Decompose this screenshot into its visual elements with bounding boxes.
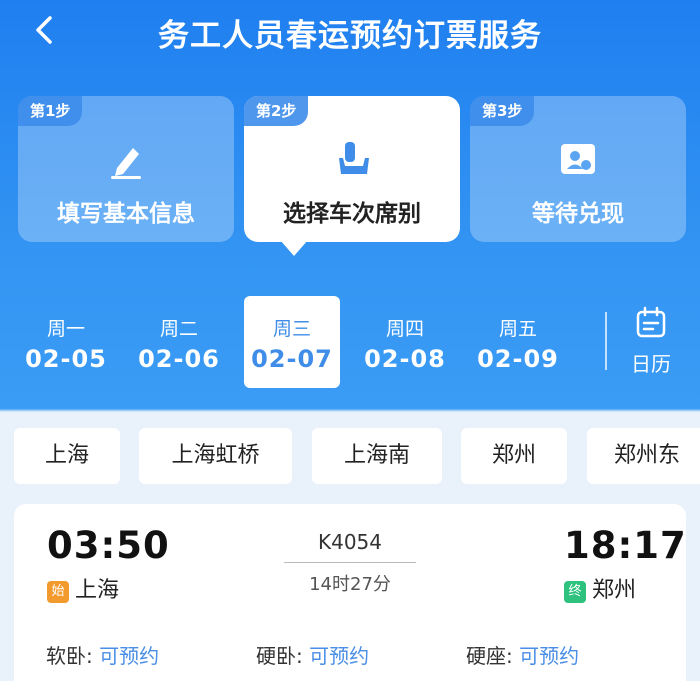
calendar-label: 日历 [631,352,671,376]
step-1-card[interactable]: 第1步 填写基本信息 [18,96,234,242]
date-label: 02-08 [364,345,446,373]
seat-hard-sleeper[interactable]: 硬卧: 可预约 [256,640,369,669]
seat-icon [339,142,369,174]
calendar-icon [636,306,666,338]
date-divider [605,312,607,370]
date-label: 02-06 [138,345,220,373]
seat-hard-seat[interactable]: 硬座: 可预约 [466,640,579,669]
weekday-label: 周一 [46,318,85,340]
station-chip[interactable]: 上海南 [312,428,442,484]
date-label: 02-07 [251,345,333,373]
date-selector: 周一 02-05 周二 02-06 周三 02-07 周四 02-08 周五 0… [0,296,700,388]
step-2-tag: 第2步 [244,96,309,126]
weekday-label: 周三 [272,318,311,340]
route-line [284,562,416,563]
date-label: 02-05 [25,345,107,373]
depart-station-name: 上海 [75,578,120,603]
seat-status: 可预约 [519,644,580,668]
weekday-label: 周五 [498,318,537,340]
station-chip[interactable]: 上海 [14,428,120,484]
arrive-station: 终郑州 [564,572,636,604]
station-filter-bar: 上海 上海虹桥 上海南 郑州 郑州东 [0,428,700,484]
weekday-label: 周四 [385,318,424,340]
calendar-button[interactable]: 日历 [618,306,684,386]
page-title: 务工人员春运预约订票服务 [158,18,542,54]
terminal-badge: 终 [564,581,586,603]
depart-time: 03:50 [47,524,170,567]
ticket-icon [561,144,595,174]
date-item[interactable]: 周五 02-09 [470,296,566,388]
depart-station: 始上海 [47,572,119,604]
seat-type-label: 软卧: [46,644,93,668]
edit-icon [111,148,141,179]
seat-type-label: 硬座: [466,644,513,668]
header: 务工人员春运预约订票服务 [0,0,700,62]
step-1-label: 填写基本信息 [57,201,195,227]
seat-soft-sleeper[interactable]: 软卧: 可预约 [46,640,159,669]
train-duration: 14时27分 [309,574,391,595]
step-3-label: 等待兑现 [532,201,624,227]
step-1-tag: 第1步 [18,96,83,126]
station-chip[interactable]: 上海虹桥 [139,428,292,484]
step-2-label: 选择车次席别 [283,201,421,227]
step-3-card[interactable]: 第3步 等待兑现 [470,96,686,242]
station-chip[interactable]: 郑州东 [587,428,700,484]
step-2-card[interactable]: 第2步 选择车次席别 [244,96,460,242]
arrive-station-name: 郑州 [592,578,637,603]
date-label: 02-09 [477,345,559,373]
date-item[interactable]: 周二 02-06 [131,296,227,388]
date-item[interactable]: 周四 02-08 [357,296,453,388]
train-number: K4054 [317,530,382,554]
step-3-tag: 第3步 [470,96,535,126]
weekday-label: 周二 [159,318,198,340]
seat-type-label: 硬卧: [256,644,303,668]
origin-badge: 始 [47,581,69,603]
arrive-time: 18:17 [564,524,687,567]
date-item-selected[interactable]: 周三 02-07 [244,296,340,388]
seat-status: 可预约 [309,644,370,668]
date-item[interactable]: 周一 02-05 [18,296,114,388]
active-step-pointer [280,240,308,256]
station-chip[interactable]: 郑州 [461,428,567,484]
train-card[interactable]: 03:50 始上海 K4054 14时27分 18:17 终郑州 软卧: 可预约… [14,504,686,681]
seat-status: 可预约 [99,644,160,668]
